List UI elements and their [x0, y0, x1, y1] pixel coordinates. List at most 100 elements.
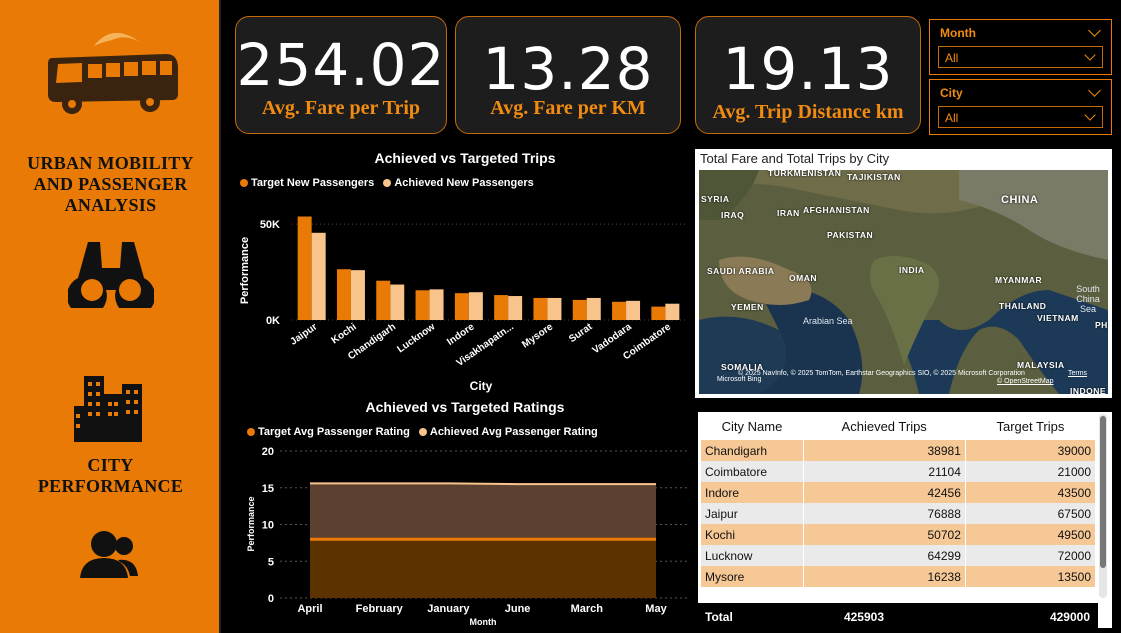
city-slicer[interactable]: City All [929, 79, 1112, 135]
bus-icon [48, 32, 178, 114]
legend-item[interactable]: Achieved New Passengers [383, 177, 534, 189]
slicer-value: All [945, 111, 959, 125]
achieved-line[interactable] [310, 482, 656, 486]
bar[interactable] [508, 296, 523, 320]
y-tick-label: 20 [262, 446, 274, 458]
section-title-line: PERFORMANCE [37, 476, 184, 496]
x-tick-label: March [571, 603, 604, 615]
target-area[interactable] [310, 539, 656, 598]
y-tick-label: 5 [268, 556, 274, 568]
table-row[interactable]: Indore 42456 43500 [701, 482, 1097, 503]
table-row[interactable]: Chandigarh 38981 39000 [701, 440, 1097, 461]
chevron-down-icon[interactable] [1084, 109, 1096, 121]
chevron-down-icon[interactable] [1088, 84, 1101, 97]
map-label: AFGHANISTAN [803, 205, 870, 215]
kpi-card-avg-trip-distance[interactable]: 19.13 Avg. Trip Distance km [695, 16, 921, 134]
trips-bar-chart[interactable]: 50K0KJaipur KochiChandigarhLucknow IndoreV… [230, 195, 695, 395]
column-header-city[interactable]: City Name [701, 412, 803, 440]
y-tick-label: 15 [262, 483, 274, 495]
x-tick-label: February [356, 603, 404, 615]
map-label: PAKISTAN [827, 230, 874, 240]
legend-marker [240, 179, 248, 188]
map-canvas[interactable]: TURKMENISTAN TAJIKISTAN SYRIA IRAQ IRAN … [699, 170, 1108, 394]
legend-item[interactable]: Target Avg Passenger Rating [247, 426, 410, 438]
table-row[interactable]: Lucknow 64299 72000 [701, 545, 1097, 566]
bar[interactable] [454, 293, 469, 320]
table-row[interactable]: Mysore 16238 13500 [701, 566, 1097, 587]
city-dropdown[interactable]: All [938, 106, 1103, 128]
column-header-target[interactable]: Target Trips [965, 412, 1096, 440]
table-scrollbar-thumb[interactable] [1100, 416, 1106, 568]
legend-label: Achieved Avg Passenger Rating [429, 426, 598, 438]
achieved-cell: 76888 [803, 503, 966, 524]
binoculars-icon[interactable] [68, 238, 154, 308]
city-cell: Lucknow [701, 545, 804, 566]
month-dropdown[interactable]: All [938, 46, 1103, 68]
chevron-down-icon[interactable] [1088, 24, 1101, 37]
city-cell: Kochi [701, 524, 804, 545]
city-cell: Mysore [701, 566, 804, 587]
y-tick-label: 50K [260, 219, 280, 231]
x-axis-label: Month [470, 617, 497, 627]
table-row[interactable]: Jaipur 76888 67500 [701, 503, 1097, 524]
map-label: INDIA [899, 265, 925, 275]
target-cell: 67500 [965, 503, 1097, 524]
bar[interactable] [336, 269, 351, 320]
bar[interactable] [665, 303, 680, 320]
bar[interactable] [651, 306, 666, 320]
total-target: 429000 [1049, 610, 1090, 624]
x-axis-label: City [470, 379, 493, 393]
kpi-label: Avg. Trip Distance km [712, 101, 904, 123]
bar[interactable] [572, 299, 587, 320]
legend-marker [383, 179, 392, 188]
slicer-title: Month [940, 26, 976, 40]
map-label: PH [1095, 320, 1108, 330]
x-tick-label: June [505, 603, 531, 615]
bar[interactable] [311, 232, 326, 320]
slicer-title: City [940, 86, 963, 100]
slicer-value: All [945, 51, 959, 65]
x-tick-label: Mysore [520, 321, 555, 350]
buildings-icon[interactable] [74, 376, 146, 442]
bar[interactable] [350, 270, 365, 320]
section-title-line: CITY [87, 455, 134, 475]
bar[interactable] [390, 284, 405, 320]
month-slicer[interactable]: Month All [929, 19, 1112, 75]
sidebar-title: URBAN MOBILITY AND PASSENGER ANALYSIS [0, 153, 221, 216]
column-header-achieved[interactable]: Achieved Trips [803, 412, 966, 440]
x-tick-label: May [645, 603, 667, 615]
ratings-chart-legend: Target Avg Passenger Rating Achieved Avg… [247, 426, 604, 438]
target-cell: 21000 [965, 461, 1097, 482]
map-terms-link[interactable]: Terms [1068, 370, 1087, 377]
chevron-down-icon[interactable] [1084, 49, 1096, 61]
section-title: CITY PERFORMANCE [0, 455, 221, 497]
map-title: Total Fare and Total Trips by City [700, 151, 890, 166]
bar[interactable] [626, 300, 641, 320]
kpi-label: Avg. Fare per Trip [261, 97, 421, 119]
x-tick-label: Lucknow [395, 321, 437, 355]
bar[interactable] [415, 290, 430, 320]
kpi-card-avg-fare-km[interactable]: 13.28 Avg. Fare per KM [455, 16, 681, 134]
bar[interactable] [533, 297, 548, 320]
bar[interactable] [547, 297, 562, 320]
achieved-cell: 50702 [803, 524, 966, 545]
bar[interactable] [586, 297, 601, 320]
table-row[interactable]: Kochi 50702 49500 [701, 524, 1097, 545]
bar[interactable] [468, 292, 483, 320]
total-label: Total [705, 610, 733, 624]
bar[interactable] [612, 301, 627, 320]
x-tick-label: Kochi [330, 321, 359, 346]
users-icon[interactable] [80, 528, 140, 580]
bar[interactable] [429, 289, 444, 320]
map-panel[interactable]: Total Fare and Total Trips by City TURKM… [695, 149, 1112, 398]
bar[interactable] [376, 280, 391, 320]
map-osm-link[interactable]: © OpenStreetMap [997, 378, 1054, 385]
ratings-area-chart[interactable]: 20 15 10 5 0 April February January June March May… [230, 440, 695, 630]
legend-item[interactable]: Achieved Avg Passenger Rating [418, 426, 598, 438]
table-row[interactable]: Coimbatore 21104 21000 [701, 461, 1097, 482]
legend-item[interactable]: Target New Passengers [240, 177, 374, 189]
kpi-card-avg-fare-trip[interactable]: 254.02 Avg. Fare per Trip [235, 16, 447, 134]
bar[interactable] [297, 216, 312, 321]
city-cell: Chandigarh [701, 440, 804, 461]
bar[interactable] [494, 295, 509, 320]
